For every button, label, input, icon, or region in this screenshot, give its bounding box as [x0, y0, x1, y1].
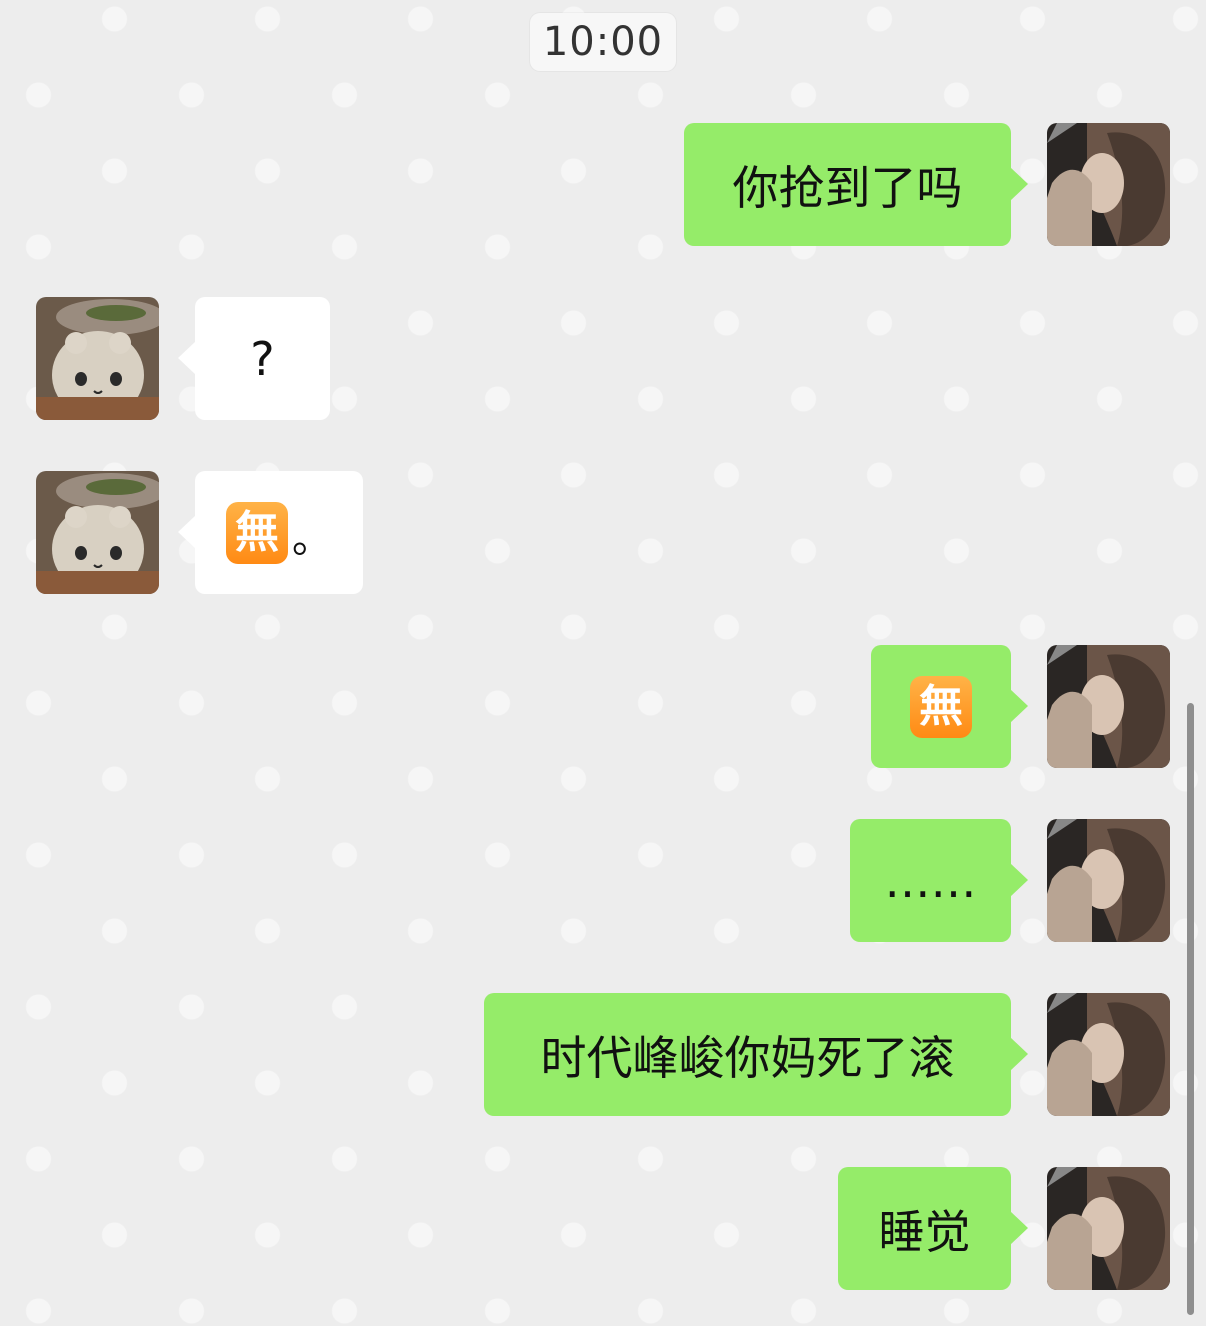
message-bubble[interactable]: 你抢到了吗	[684, 123, 1028, 246]
message-text: 时代峰峻你妈死了滚	[540, 1030, 955, 1085]
message-text: 。	[292, 516, 332, 562]
plush-toy-icon	[36, 297, 159, 420]
message-text: 你抢到了吗	[732, 160, 963, 215]
message-bubble[interactable]: ……	[850, 819, 1028, 942]
mu-emoji-icon: 無	[226, 501, 288, 564]
my-avatar[interactable]	[1047, 1167, 1170, 1290]
message-bubble[interactable]: 無	[871, 645, 1028, 768]
message-text: 睡觉	[878, 1204, 971, 1259]
message-timestamp: 10:00	[530, 13, 676, 71]
girl-photo-icon	[1047, 645, 1170, 768]
contact-avatar[interactable]	[36, 297, 159, 420]
message-bubble[interactable]: ?	[178, 297, 330, 420]
girl-photo-icon	[1047, 1167, 1170, 1290]
girl-photo-icon	[1047, 993, 1170, 1116]
message-text: ?	[250, 331, 275, 386]
girl-photo-icon	[1047, 819, 1170, 942]
mu-emoji-icon: 無	[910, 675, 972, 738]
message-bubble[interactable]: 睡觉	[838, 1167, 1028, 1290]
my-avatar[interactable]	[1047, 123, 1170, 246]
my-avatar[interactable]	[1047, 993, 1170, 1116]
scrollbar[interactable]	[1187, 703, 1194, 1315]
plush-toy-icon	[36, 471, 159, 594]
my-avatar[interactable]	[1047, 645, 1170, 768]
message-text: ……	[884, 853, 977, 908]
my-avatar[interactable]	[1047, 819, 1170, 942]
girl-photo-icon	[1047, 123, 1170, 246]
message-bubble[interactable]: 無 。	[178, 471, 363, 594]
message-bubble[interactable]: 时代峰峻你妈死了滚	[484, 993, 1028, 1116]
contact-avatar[interactable]	[36, 471, 159, 594]
